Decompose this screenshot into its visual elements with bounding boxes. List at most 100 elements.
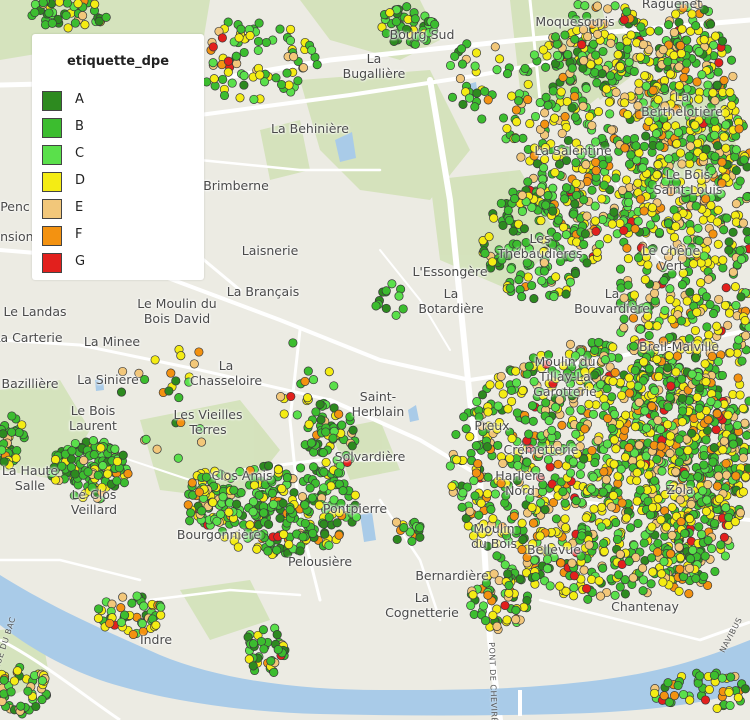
dpe-point[interactable] [550, 402, 560, 412]
dpe-point[interactable] [504, 588, 514, 598]
dpe-point[interactable] [334, 530, 344, 540]
dpe-point[interactable] [483, 472, 493, 482]
dpe-point[interactable] [606, 38, 616, 48]
dpe-point[interactable] [594, 576, 604, 586]
dpe-point[interactable] [550, 32, 561, 42]
dpe-point[interactable] [80, 20, 90, 30]
dpe-point[interactable] [560, 514, 570, 524]
dpe-point[interactable] [603, 4, 613, 14]
dpe-point[interactable] [466, 600, 476, 611]
dpe-point[interactable] [528, 518, 539, 528]
dpe-point[interactable] [663, 419, 673, 430]
dpe-point[interactable] [477, 114, 487, 124]
dpe-point[interactable] [511, 133, 521, 143]
dpe-point[interactable] [293, 76, 303, 86]
dpe-point[interactable] [507, 396, 517, 406]
dpe-point[interactable] [171, 376, 181, 386]
dpe-point[interactable] [254, 490, 264, 500]
dpe-point[interactable] [694, 236, 704, 246]
dpe-point[interactable] [249, 480, 260, 490]
dpe-point[interactable] [662, 121, 672, 131]
dpe-point[interactable] [224, 507, 234, 517]
dpe-point[interactable] [324, 512, 334, 522]
dpe-point[interactable] [669, 27, 679, 38]
dpe-point[interactable] [580, 367, 590, 377]
dpe-point[interactable] [410, 39, 420, 49]
dpe-point[interactable] [653, 415, 663, 425]
dpe-point[interactable] [527, 401, 538, 411]
dpe-point[interactable] [702, 495, 712, 505]
dpe-point[interactable] [708, 457, 718, 467]
dpe-point[interactable] [259, 644, 269, 654]
dpe-point[interactable] [490, 42, 500, 52]
dpe-point[interactable] [116, 387, 127, 397]
dpe-point[interactable] [678, 268, 688, 278]
dpe-point[interactable] [128, 629, 138, 640]
dpe-point[interactable] [194, 347, 204, 357]
dpe-point[interactable] [539, 163, 549, 173]
dpe-point[interactable] [342, 457, 352, 467]
dpe-point[interactable] [480, 248, 490, 258]
dpe-point[interactable] [473, 459, 483, 469]
dpe-point[interactable] [712, 321, 722, 331]
dpe-point[interactable] [324, 540, 334, 550]
dpe-point[interactable] [706, 396, 716, 406]
dpe-point[interactable] [543, 350, 554, 360]
dpe-point[interactable] [609, 435, 619, 445]
dpe-point[interactable] [718, 255, 728, 265]
dpe-point[interactable] [640, 247, 650, 257]
dpe-point[interactable] [674, 81, 684, 91]
dpe-point[interactable] [588, 472, 598, 482]
dpe-point[interactable] [644, 107, 654, 117]
dpe-point[interactable] [611, 87, 621, 97]
dpe-point[interactable] [474, 510, 484, 520]
dpe-point[interactable] [560, 30, 570, 40]
dpe-point[interactable] [321, 427, 331, 437]
dpe-point[interactable] [494, 380, 504, 390]
dpe-point[interactable] [525, 493, 535, 503]
dpe-point[interactable] [651, 129, 661, 139]
dpe-point[interactable] [631, 141, 641, 151]
dpe-point[interactable] [560, 112, 570, 122]
dpe-point[interactable] [720, 551, 730, 561]
dpe-point[interactable] [196, 437, 207, 447]
dpe-point[interactable] [660, 101, 670, 111]
dpe-point[interactable] [530, 111, 541, 122]
dpe-point[interactable] [528, 416, 538, 426]
dpe-point[interactable] [284, 539, 294, 550]
dpe-point[interactable] [570, 34, 580, 44]
dpe-point[interactable] [717, 36, 728, 46]
dpe-point[interactable] [691, 353, 701, 363]
dpe-point[interactable] [718, 445, 728, 455]
dpe-point[interactable] [399, 523, 409, 533]
dpe-point[interactable] [392, 534, 402, 544]
dpe-point[interactable] [663, 678, 673, 688]
dpe-point[interactable] [671, 178, 681, 188]
dpe-point[interactable] [483, 95, 493, 105]
dpe-point[interactable] [320, 529, 330, 539]
dpe-point[interactable] [742, 430, 750, 440]
dpe-point[interactable] [664, 154, 674, 164]
dpe-point[interactable] [445, 60, 456, 71]
dpe-point[interactable] [93, 470, 103, 480]
dpe-point[interactable] [503, 404, 513, 414]
dpe-point[interactable] [351, 512, 362, 522]
dpe-point[interactable] [699, 251, 709, 261]
dpe-point[interactable] [682, 93, 692, 103]
dpe-point[interactable] [528, 539, 538, 549]
dpe-point[interactable] [476, 498, 486, 508]
dpe-point[interactable] [194, 487, 204, 497]
dpe-point[interactable] [522, 258, 532, 268]
dpe-point[interactable] [589, 504, 599, 514]
dpe-point[interactable] [511, 605, 521, 615]
dpe-point[interactable] [415, 532, 425, 542]
dpe-point[interactable] [703, 80, 713, 90]
dpe-point[interactable] [552, 50, 562, 60]
dpe-point[interactable] [253, 45, 263, 55]
dpe-point[interactable] [661, 522, 671, 532]
dpe-point[interactable] [261, 37, 271, 48]
dpe-point[interactable] [222, 472, 232, 482]
dpe-point[interactable] [561, 523, 571, 533]
dpe-point[interactable] [624, 197, 634, 208]
dpe-point[interactable] [621, 410, 631, 420]
